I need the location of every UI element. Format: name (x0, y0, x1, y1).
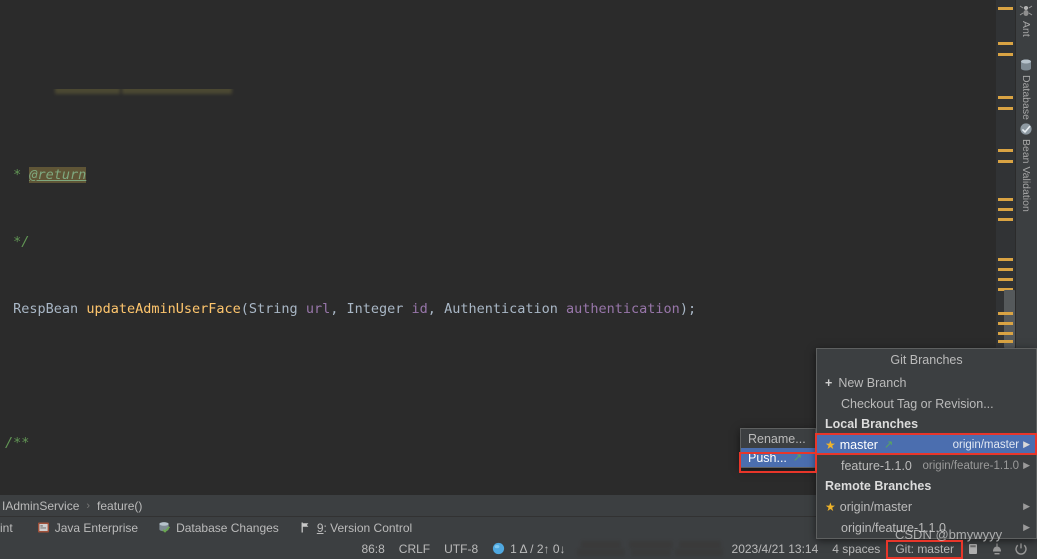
git-new-branch-item[interactable]: + New Branch (817, 372, 1036, 393)
status-redacted-path (573, 540, 725, 557)
breadcrumb-item-class[interactable]: IAdminService (2, 499, 79, 513)
warning-marker[interactable] (998, 218, 1013, 221)
breadcrumb-separator-icon: › (86, 499, 91, 512)
git-local-branch-master-label: master (839, 437, 878, 452)
tool-tab-ant[interactable]: Ant (1016, 4, 1037, 52)
status-indent[interactable]: 4 spaces (825, 542, 887, 556)
version-control-icon (299, 521, 312, 534)
push-arrow-icon: ↗ (883, 439, 894, 451)
status-power-save-icon[interactable] (1009, 542, 1033, 556)
code-text: * @return */ RespBean updateAdminUserFac… (0, 0, 696, 494)
tool-tab-database-label: Database (1020, 75, 1032, 120)
tool-tab-ant-label: Ant (1020, 21, 1032, 37)
warning-marker[interactable] (998, 208, 1013, 211)
tool-button-int-label: int (0, 520, 13, 535)
git-local-branch-master-tracking: origin/master (952, 438, 1020, 451)
status-git-branch[interactable]: Git: master (887, 542, 962, 556)
status-bar[interactable]: 86:8 CRLF UTF-8 1 Δ / 2↑ 0↓ 2023/4/21 13… (0, 538, 1037, 559)
version-control-mnemonic: 9 (316, 520, 324, 535)
status-vcs-stats-text: 1 Δ / 2↑ 0↓ (510, 541, 566, 556)
tool-button-java-enterprise[interactable]: Java Enterprise (27, 517, 148, 539)
code-line: RespBean updateAdminUserFace(String url,… (13, 300, 697, 317)
java-enterprise-icon (37, 521, 50, 534)
git-remote-branch-origin-feature-label: origin/feature-1.1.0 (841, 520, 946, 535)
git-remote-branch-origin-master[interactable]: ★ origin/master ▶ (817, 496, 1036, 517)
breadcrumb-item-method[interactable]: feature() (97, 499, 142, 513)
git-local-branch-feature-tracking: origin/feature-1.1.0 (922, 459, 1020, 472)
code-line: * @return (5, 167, 87, 184)
ant-icon (1019, 4, 1033, 18)
warning-marker[interactable] (998, 340, 1013, 343)
status-timestamp: 2023/4/21 13:14 (731, 541, 819, 556)
favorite-star-icon[interactable]: ★ (825, 438, 836, 452)
vcs-sphere-icon (492, 542, 505, 555)
git-local-branch-feature-label: feature-1.1.0 (841, 458, 912, 473)
warning-marker[interactable] (998, 258, 1013, 261)
database-changes-icon (158, 521, 171, 534)
status-line-separator[interactable]: CRLF (392, 542, 437, 556)
tool-button-version-control[interactable]: 9: Version Control (289, 517, 422, 539)
code-line: /** (5, 434, 30, 451)
git-branches-popup[interactable]: Git Branches + New Branch Checkout Tag o… (816, 348, 1037, 539)
branch-actions-context-menu[interactable]: Rename... Push... ↗ (740, 428, 816, 468)
warning-marker[interactable] (998, 268, 1013, 271)
warning-marker[interactable] (998, 322, 1013, 325)
plus-icon: + (825, 375, 833, 390)
chevron-right-icon[interactable]: ▶ (1023, 460, 1030, 471)
tool-tab-bean-validation[interactable]: Bean Validation (1016, 122, 1037, 242)
tool-button-int[interactable]: int (0, 517, 27, 539)
warning-marker[interactable] (998, 107, 1013, 110)
context-menu-item-push-label: Push... (748, 450, 787, 465)
git-branches-title: Git Branches (890, 353, 963, 367)
chevron-right-icon[interactable]: ▶ (1023, 522, 1030, 533)
git-local-branch-feature[interactable]: feature-1.1.0 origin/feature-1.1.0 ▶ (817, 455, 1036, 476)
git-checkout-tag-item[interactable]: Checkout Tag or Revision... (817, 393, 1036, 414)
tool-button-database-changes-label: Database Changes (176, 520, 279, 535)
warning-marker[interactable] (998, 332, 1013, 335)
git-new-branch-label: New Branch (838, 375, 907, 390)
git-local-branch-master[interactable]: ★ master ↗ origin/master ▶ (817, 434, 1036, 455)
warning-marker[interactable] (998, 96, 1013, 99)
status-encoding[interactable]: UTF-8 (437, 542, 485, 556)
git-local-branches-header: Local Branches (825, 417, 919, 431)
context-menu-item-rename[interactable]: Rename... (741, 429, 815, 448)
tool-button-java-enterprise-label: Java Enterprise (54, 520, 139, 535)
git-checkout-tag-label: Checkout Tag or Revision... (841, 396, 994, 411)
warning-marker[interactable] (998, 278, 1013, 281)
context-menu-item-push[interactable]: Push... ↗ (741, 448, 815, 467)
push-arrow-icon: ↗ (792, 452, 803, 464)
status-inspection-icon[interactable] (985, 542, 1009, 556)
git-remote-branches-header: Remote Branches (825, 479, 932, 493)
warning-marker[interactable] (998, 160, 1013, 163)
database-icon (1019, 58, 1033, 72)
status-database-icon[interactable] (962, 542, 985, 556)
git-remote-branch-origin-feature[interactable]: origin/feature-1.1.0 ▶ (817, 517, 1036, 538)
tool-tab-bean-validation-label: Bean Validation (1020, 139, 1032, 212)
warning-marker[interactable] (998, 198, 1013, 201)
version-control-text: : Version Control (323, 520, 413, 535)
favorite-star-icon[interactable]: ★ (825, 500, 836, 514)
status-caret-position[interactable]: 86:8 (354, 542, 391, 556)
warning-marker[interactable] (998, 149, 1013, 152)
chevron-right-icon[interactable]: ▶ (1023, 501, 1030, 512)
warning-marker[interactable] (998, 53, 1013, 56)
context-menu-item-rename-label: Rename... (748, 431, 806, 446)
warning-marker[interactable] (998, 42, 1013, 45)
warning-marker[interactable] (998, 7, 1013, 10)
chevron-right-icon[interactable]: ▶ (1023, 439, 1030, 450)
status-vcs-stats[interactable]: 1 Δ / 2↑ 0↓ (485, 542, 572, 556)
tool-button-database-changes[interactable]: Database Changes (148, 517, 289, 539)
code-line-partial (0, 89, 696, 97)
warning-marker[interactable] (998, 312, 1013, 315)
bean-validation-icon (1019, 122, 1033, 136)
code-line: */ (5, 233, 30, 250)
idea-window: * @return */ RespBean updateAdminUserFac… (0, 0, 1037, 559)
tool-button-version-control-label: 9: Version Control (317, 521, 412, 535)
git-remote-branch-origin-master-label: origin/master (839, 499, 913, 514)
